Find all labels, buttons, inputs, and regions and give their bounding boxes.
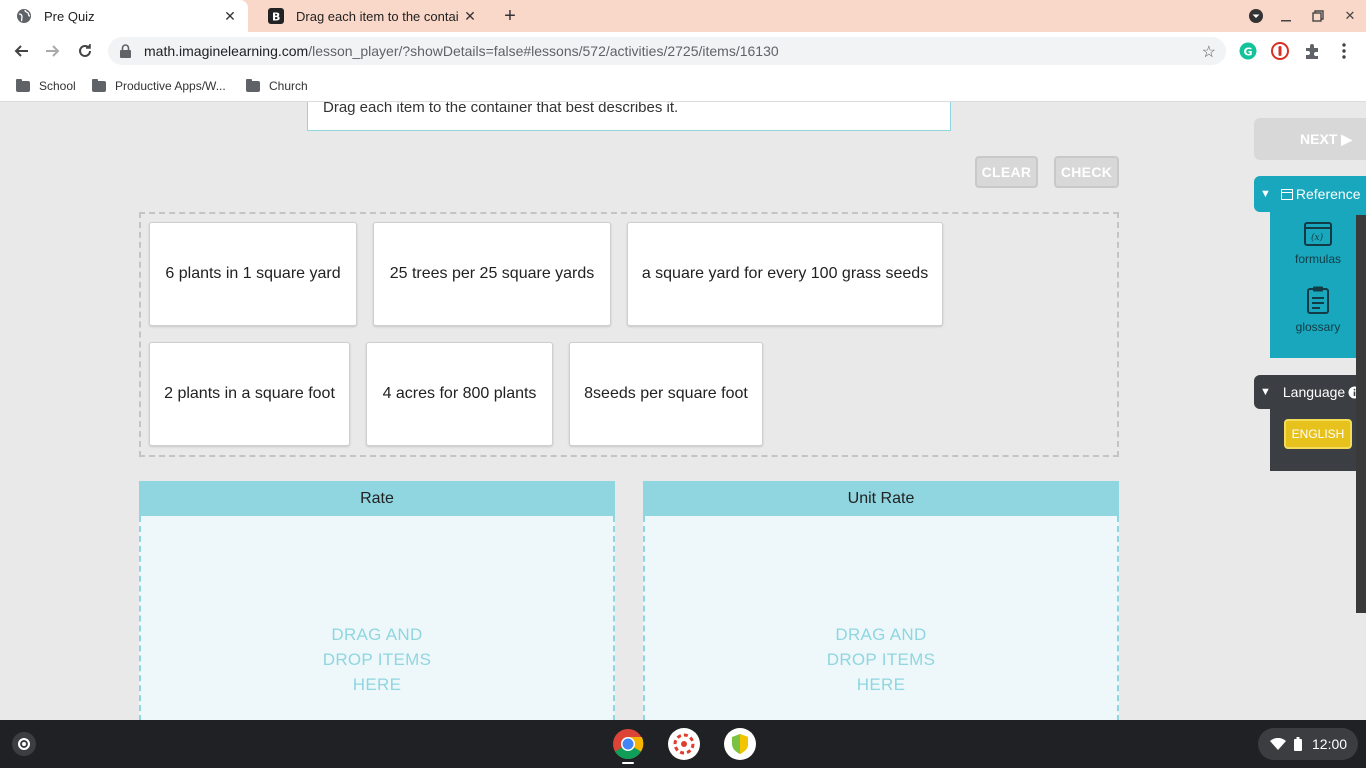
close-tab-icon[interactable]: ✕ <box>218 8 242 25</box>
tab-title: Drag each item to the container <box>296 8 458 24</box>
reference-toggle[interactable]: ▼ Reference <box>1254 176 1366 212</box>
language-label: Language <box>1282 384 1346 400</box>
formulas-tool[interactable]: (x) formulas <box>1270 222 1366 266</box>
folder-icon <box>16 78 30 92</box>
language-toggle[interactable]: ▼ Language <box>1254 375 1366 409</box>
language-panel: ENGLISH <box>1270 409 1366 471</box>
bookmark-school[interactable]: School <box>16 76 76 96</box>
minimize-icon[interactable] <box>1270 0 1302 32</box>
drop-hint: DRAG AND DROP ITEMS HERE <box>322 625 432 694</box>
folder-icon <box>246 78 260 92</box>
bookmarks-bar: School Productive Apps/W... Church <box>0 70 1366 102</box>
question-prompt: Drag each item to the container that bes… <box>307 102 951 131</box>
more-menu-icon[interactable] <box>1335 42 1353 60</box>
svg-text:B: B <box>272 11 280 24</box>
bookmark-church[interactable]: Church <box>246 76 308 96</box>
collapse-triangle-icon: ▼ <box>1260 188 1271 200</box>
lesson-page: Drag each item to the container that bes… <box>0 102 1366 720</box>
bookmark-label: School <box>39 79 76 93</box>
next-button[interactable]: NEXT ▶ <box>1254 118 1366 160</box>
close-tab-icon[interactable]: ✕ <box>458 8 482 25</box>
drag-card[interactable]: 2 plants in a square foot <box>149 342 350 446</box>
tab-pre-quiz[interactable]: Pre Quiz ✕ <box>0 0 248 32</box>
url-host: math.imaginelearning.com <box>144 43 309 59</box>
drop-zone-area[interactable]: DRAG AND DROP ITEMS HERE <box>643 516 1119 720</box>
check-button[interactable]: CHECK <box>1054 156 1119 188</box>
reference-panel: (x) formulas glossary <box>1270 212 1366 358</box>
drop-zone-title: Rate <box>139 481 615 516</box>
drop-zone-title: Unit Rate <box>643 481 1119 516</box>
formulas-icon: (x) <box>1270 222 1366 246</box>
restore-icon[interactable] <box>1302 0 1334 32</box>
english-button[interactable]: ENGLISH <box>1284 419 1352 449</box>
drag-card[interactable]: 4 acres for 800 plants <box>366 342 553 446</box>
item-tray: 6 plants in 1 square yard 25 trees per 2… <box>139 212 1119 457</box>
drop-zone-unit-rate[interactable]: Unit Rate DRAG AND DROP ITEMS HERE <box>643 481 1119 720</box>
lock-icon[interactable] <box>120 44 134 58</box>
active-app-indicator <box>622 762 634 764</box>
collapse-triangle-icon: ▼ <box>1260 386 1271 398</box>
bookmark-label: Productive Apps/W... <box>115 79 226 93</box>
extensions-puzzle-icon[interactable] <box>1303 42 1321 60</box>
drag-card[interactable]: 8seeds per square foot <box>569 342 763 446</box>
b-icon: B <box>268 8 284 24</box>
drag-card[interactable]: a square yard for every 100 grass seeds <box>627 222 943 326</box>
reference-icon <box>1280 188 1293 200</box>
bookmark-productive-apps[interactable]: Productive Apps/W... <box>92 76 226 96</box>
canvas-icon[interactable] <box>668 728 700 760</box>
extension-red-icon[interactable] <box>1271 42 1289 60</box>
drop-zone-area[interactable]: DRAG AND DROP ITEMS HERE <box>139 516 615 720</box>
grammarly-icon[interactable]: G <box>1239 42 1257 60</box>
svg-text:(x): (x) <box>1311 232 1324 243</box>
clipboard-icon <box>1270 286 1366 314</box>
chrome-icon[interactable] <box>612 728 644 760</box>
glossary-tool[interactable]: glossary <box>1270 286 1366 334</box>
drag-card[interactable]: 25 trees per 25 square yards <box>373 222 611 326</box>
glossary-label: glossary <box>1295 320 1341 334</box>
tab-drag-each-item[interactable]: B Drag each item to the container ✕ <box>252 0 488 32</box>
tab-strip: Pre Quiz ✕ B Drag each item to the conta… <box>0 0 1366 32</box>
bookmark-label: Church <box>269 79 308 93</box>
reference-label: Reference <box>1295 186 1361 202</box>
clock: 12:00 <box>1312 736 1348 752</box>
clear-button[interactable]: CLEAR <box>975 156 1038 188</box>
url-path: /lesson_player/?showDetails=false#lesson… <box>308 43 779 59</box>
reload-icon[interactable] <box>72 38 98 64</box>
new-tab-icon[interactable]: + <box>498 4 522 28</box>
os-shelf: 12:00 <box>0 720 1366 768</box>
launcher-icon[interactable] <box>12 732 36 756</box>
drag-card[interactable]: 6 plants in 1 square yard <box>149 222 357 326</box>
back-icon[interactable] <box>8 38 34 64</box>
formulas-label: formulas <box>1294 252 1341 266</box>
bookmark-star-icon[interactable]: ☆ <box>1202 42 1216 62</box>
wifi-icon <box>1270 738 1286 750</box>
globe-icon <box>16 8 32 24</box>
drop-zone-rate[interactable]: Rate DRAG AND DROP ITEMS HERE <box>139 481 615 720</box>
url-text: math.imaginelearning.com/lesson_player/?… <box>144 43 779 59</box>
folder-icon <box>92 78 106 92</box>
svg-text:G: G <box>1244 46 1253 59</box>
address-bar[interactable]: math.imaginelearning.com/lesson_player/?… <box>108 37 1226 65</box>
status-tray[interactable]: 12:00 <box>1258 728 1358 760</box>
tab-search-icon[interactable] <box>1240 0 1272 32</box>
close-window-icon[interactable]: ✕ <box>1334 0 1366 32</box>
side-scrollbar[interactable] <box>1356 215 1366 613</box>
vpn-shield-icon[interactable] <box>724 728 756 760</box>
forward-icon[interactable] <box>40 38 66 64</box>
browser-toolbar: math.imaginelearning.com/lesson_player/?… <box>0 32 1366 70</box>
drop-hint: DRAG AND DROP ITEMS HERE <box>826 625 936 694</box>
tab-title: Pre Quiz <box>44 8 95 24</box>
battery-icon <box>1294 737 1302 751</box>
